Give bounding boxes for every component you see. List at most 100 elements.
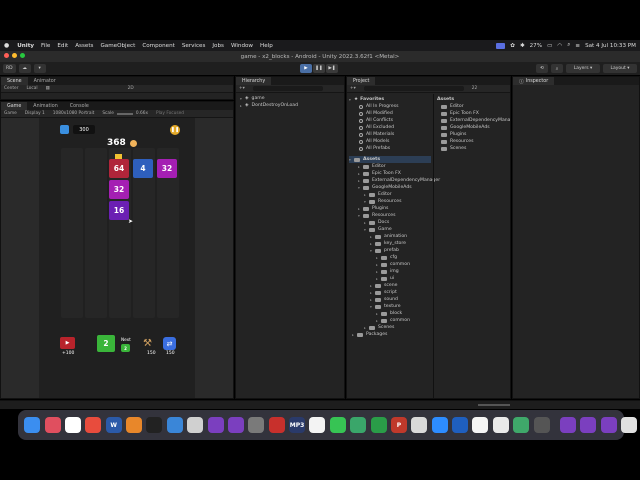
apple-icon[interactable]: ● — [4, 42, 9, 49]
launchpad-icon[interactable] — [44, 417, 61, 433]
tab-scene[interactable]: Scene — [1, 77, 28, 85]
word-icon[interactable]: W — [105, 417, 122, 433]
settings-icon[interactable] — [248, 417, 265, 433]
watch-ad-button[interactable]: ▶ — [60, 337, 75, 349]
zoom-icon[interactable] — [431, 417, 448, 433]
folder-row[interactable]: ▸ ExternalDependencyManager — [349, 177, 440, 184]
favorite-item[interactable]: All Materials — [349, 131, 431, 138]
hammer-icon[interactable]: ⚒ — [143, 337, 157, 350]
folder-row[interactable]: ▸ Editor — [349, 191, 431, 198]
unity-icon[interactable] — [621, 417, 638, 433]
tab-console[interactable]: Console — [64, 102, 95, 110]
menu-file[interactable]: File — [41, 43, 50, 49]
folder-row[interactable]: ▸ Epic Toon FX — [349, 170, 431, 177]
favorite-item[interactable]: All Excluded — [349, 124, 431, 131]
finder-icon[interactable] — [24, 417, 41, 433]
tab-hierarchy[interactable]: Hierarchy — [236, 77, 272, 85]
vscode-5-icon[interactable] — [600, 417, 617, 433]
tab-animation[interactable]: Animation — [27, 102, 63, 110]
blender-icon[interactable] — [126, 417, 143, 433]
account-dropdown[interactable]: RD — [3, 64, 16, 73]
search-icon[interactable]: ⌕ — [567, 42, 570, 49]
history-icon[interactable]: ⟲ — [536, 64, 548, 73]
pivot-center-dropdown[interactable]: Center — [4, 86, 18, 91]
folder-row[interactable]: ▾ Resources — [349, 212, 431, 219]
filezilla-icon[interactable] — [268, 417, 285, 433]
notes-icon[interactable] — [309, 417, 326, 433]
screen-share-icon[interactable] — [496, 42, 506, 49]
asset-item[interactable]: Resources — [437, 138, 507, 145]
swap-icon[interactable]: ⇄ — [163, 337, 176, 350]
favorite-item[interactable]: All Modified — [349, 110, 431, 117]
hierarchy-item-game[interactable]: ▾ ◈ game — [240, 95, 340, 102]
project-search-input[interactable] — [363, 86, 464, 91]
code-app-icon[interactable] — [370, 417, 387, 433]
collab-icon[interactable]: ▾ — [33, 64, 46, 73]
favorite-item[interactable]: All Models — [349, 138, 431, 145]
folder-row[interactable]: ▾ texture — [349, 303, 431, 310]
extension-icon[interactable]: ✿ — [510, 43, 515, 49]
folder-row[interactable]: ▸ animation — [349, 233, 431, 240]
folder-row[interactable]: ▸ common — [349, 261, 431, 268]
folder-row[interactable]: ▾ Resources — [349, 198, 431, 205]
asset-item[interactable]: Plugins — [437, 131, 507, 138]
pivot-local-dropdown[interactable]: Local — [26, 86, 37, 91]
vscode-4-icon[interactable] — [580, 417, 597, 433]
resolution-dropdown[interactable]: 1080x1080 Portrait — [53, 111, 95, 116]
folder-row[interactable]: ▸ cfg — [349, 254, 431, 261]
app-store-icon[interactable] — [472, 417, 489, 433]
hierarchy-item-dontdestroy[interactable]: ▸ ◈ DontDestroyOnLoad — [240, 102, 340, 109]
powerpoint-icon[interactable]: P — [390, 417, 407, 433]
folder-row[interactable]: ▸ scene — [349, 282, 431, 289]
add-icon[interactable]: +▾ — [239, 86, 245, 91]
display-dropdown[interactable]: Display 1 — [25, 111, 45, 116]
column-2[interactable] — [85, 148, 107, 318]
asset-item[interactable]: Epic Toon FX — [437, 110, 507, 117]
mp3-app-icon[interactable]: MP3 — [289, 417, 306, 433]
toggle-2d[interactable]: 2D — [128, 86, 134, 91]
menu-component[interactable]: Component — [142, 43, 174, 49]
xcode-icon[interactable] — [166, 417, 183, 433]
asset-item[interactable]: Editor — [437, 103, 507, 110]
folder-row[interactable]: ▾ prefab — [349, 247, 431, 254]
menu-services[interactable]: Services — [182, 43, 206, 49]
gizmo-icon[interactable]: ▦ — [46, 86, 50, 91]
shield-app-icon[interactable] — [350, 417, 367, 433]
tab-project[interactable]: Project — [347, 77, 376, 85]
terminal-icon[interactable] — [146, 417, 163, 433]
menu-window[interactable]: Window — [231, 43, 253, 49]
onedrive-icon[interactable] — [411, 417, 428, 433]
pause-button[interactable]: ❚❚ — [313, 64, 325, 73]
folder-row[interactable]: ▸ key_store — [349, 240, 431, 247]
vscode-1-icon[interactable] — [207, 417, 224, 433]
search-icon-toolbar[interactable]: ⌕ — [551, 64, 563, 73]
folder-row[interactable]: ▸ Editor — [349, 163, 431, 170]
tab-inspector[interactable]: ⓘ Inspector — [513, 77, 555, 85]
whatsapp-icon[interactable] — [329, 417, 346, 433]
vscode-3-icon[interactable] — [559, 417, 576, 433]
menu-gameobject[interactable]: GameObject — [100, 43, 135, 49]
cloud-icon[interactable]: ☁ — [18, 64, 31, 73]
play-focused-dropdown[interactable]: Play Focused — [156, 111, 184, 116]
chrome-icon[interactable] — [64, 417, 81, 433]
menu-jobs[interactable]: Jobs — [212, 43, 224, 49]
folder-row[interactable]: ▸ script — [349, 289, 431, 296]
column-1[interactable] — [61, 148, 83, 318]
folder-row[interactable]: ▸ img — [349, 268, 431, 275]
unity-hub-icon[interactable] — [187, 417, 204, 433]
hierarchy-search-input[interactable] — [252, 86, 323, 91]
control-center-icon[interactable]: ≡ — [575, 43, 580, 49]
folder-row[interactable]: ▾ Game — [349, 226, 431, 233]
layers-dropdown[interactable]: Layers ▾ — [566, 64, 600, 73]
favorites-header[interactable]: ▾ ★ Favorites — [349, 96, 431, 103]
folder-row[interactable]: ▸ block — [349, 310, 431, 317]
folder-row[interactable]: ▸ Scenes — [349, 324, 431, 331]
pause-game-button[interactable]: ❚❚ — [170, 125, 180, 135]
simulator-icon[interactable] — [533, 417, 550, 433]
folder-row[interactable]: ▸ Packages — [349, 331, 431, 338]
tab-animator[interactable]: Animator — [28, 77, 62, 85]
folder-row[interactable]: ▸ Plugins — [349, 205, 431, 212]
tab-game[interactable]: Game — [1, 102, 28, 110]
folder-row[interactable]: ▸ common — [349, 317, 431, 324]
calendar-icon[interactable] — [492, 417, 509, 433]
